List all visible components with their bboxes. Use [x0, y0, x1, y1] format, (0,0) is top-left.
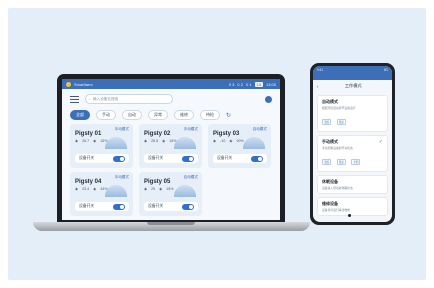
- card-temp: 26.5: [151, 139, 159, 143]
- card-temp: 26.7: [82, 139, 90, 143]
- mode-option-chip: 温度: [322, 119, 332, 125]
- title-bar-controls: 0 3 0 2 0 1 13 13:00: [229, 81, 276, 87]
- device-card[interactable]: 手动模式 Pigsty 04 ◉ 23.4 ◉ 34% 设备开关: [70, 172, 133, 216]
- card-switch-row: 设备开关: [75, 154, 129, 163]
- mode-option-chip: 湿度: [336, 119, 346, 125]
- phone-screen: 9:41 5G ‹ 工作模式 自动模式 根据环境自动调节设备运行 温度 湿度 ✓…: [313, 66, 392, 222]
- phone-frame: 9:41 5G ‹ 工作模式 自动模式 根据环境自动调节设备运行 温度 湿度 ✓…: [310, 63, 395, 225]
- humidity-icon: ◉: [93, 139, 97, 143]
- search-input[interactable]: ⌕ 输入设备名搜索: [85, 94, 173, 104]
- temperature-icon: ◉: [213, 139, 217, 143]
- mode-option-chip: 温度: [322, 159, 332, 165]
- mode-option-desc: 手动控制设备的开关状态: [322, 146, 353, 150]
- device-toggle[interactable]: [182, 203, 194, 210]
- mode-option[interactable]: 维修设备 设备暂停运行等待维修: [317, 197, 388, 216]
- card-mode[interactable]: 手动模式: [115, 175, 129, 180]
- signal-icon: 5G: [383, 68, 388, 72]
- mode-option-desc: 设备进入低功耗休眠状态: [322, 186, 353, 190]
- title-bar: Smartfarm 0 3 0 2 0 1 13 13:00: [62, 79, 280, 89]
- tab-repair[interactable]: 维修: [174, 110, 194, 120]
- card-switch-row: 设备开关: [144, 154, 198, 163]
- device-toggle[interactable]: [113, 155, 125, 162]
- avatar[interactable]: [265, 95, 272, 103]
- switch-label: 设备开关: [148, 204, 164, 208]
- device-card[interactable]: 自动模式 Pigsty 05 ◉ 29 ◉ 15% 设备开关: [139, 172, 202, 216]
- device-toggle[interactable]: [113, 203, 125, 210]
- notification-badge[interactable]: 13: [254, 81, 263, 87]
- phone-page-title: 工作模式: [344, 83, 362, 88]
- card-temp: 29: [151, 187, 156, 191]
- mode-option[interactable]: 休眠设备 设备进入低功耗休眠状态: [317, 175, 388, 194]
- temperature-icon: ◉: [75, 139, 79, 143]
- card-temp: -10: [220, 139, 226, 143]
- mode-option-chip: 光照: [351, 159, 361, 165]
- phone-time: 9:41: [317, 68, 324, 72]
- tab-pending[interactable]: 待检: [200, 110, 220, 120]
- window-control-1[interactable]: 0 3: [229, 82, 235, 87]
- mode-option-chip: 湿度: [336, 159, 346, 165]
- temperature-icon: ◉: [144, 187, 148, 191]
- switch-label: 设备开关: [148, 156, 164, 160]
- device-grid: 手动模式 Pigsty 01 ◉ 26.7 ◉ 15% 设备开关 手动模式 Pigs…: [62, 124, 280, 216]
- laptop-notch: [147, 222, 195, 225]
- check-icon: ✓: [378, 139, 383, 145]
- temperature-icon: ◉: [144, 139, 148, 143]
- card-mode[interactable]: 自动模式: [184, 175, 198, 180]
- tab-auto[interactable]: 自动: [122, 110, 142, 120]
- card-mode[interactable]: 手动模式: [115, 127, 129, 132]
- phone-header: ‹ 工作模式: [313, 80, 392, 92]
- mode-option-name: 自动模式: [322, 99, 338, 104]
- phone-status-bar: 9:41 5G: [313, 66, 392, 80]
- mode-option-desc: 根据环境自动调节设备运行: [322, 106, 356, 110]
- search-icon: ⌕: [89, 97, 92, 101]
- laptop-display: Smartfarm 0 3 0 2 0 1 13 13:00 ⌕ 输入设备名搜索…: [62, 79, 280, 220]
- temperature-icon: ◉: [75, 187, 79, 191]
- refresh-icon[interactable]: ↻: [226, 112, 231, 119]
- device-card[interactable]: 手动模式 Pigsty 02 ◉ 26.5 ◉ 15% 设备开关: [139, 124, 202, 168]
- switch-label: 设备开关: [217, 156, 233, 160]
- device-card[interactable]: 自动模式 Pigsty 03 ◉ -10 ◉ 90% 设备开关: [208, 124, 271, 168]
- card-mode[interactable]: 手动模式: [184, 127, 198, 132]
- humidity-icon: ◉: [159, 187, 163, 191]
- menu-icon[interactable]: [70, 95, 79, 103]
- device-toggle[interactable]: [251, 155, 263, 162]
- home-indicator[interactable]: [348, 214, 351, 217]
- tab-abnormal[interactable]: 异常: [148, 110, 168, 120]
- card-switch-row: 设备开关: [144, 202, 198, 211]
- mode-option-name: 手动模式: [322, 139, 338, 144]
- filter-tabs: 全部 手动 自动 异常 维修 待检 ↻: [62, 109, 280, 124]
- window-control-2[interactable]: 0 2: [237, 82, 243, 87]
- humidity-icon: ◉: [93, 187, 97, 191]
- window-control-3[interactable]: 0 1: [246, 82, 252, 87]
- tab-all[interactable]: 全部: [70, 110, 90, 120]
- card-mode[interactable]: 自动模式: [253, 127, 267, 132]
- card-switch-row: 设备开关: [75, 202, 129, 211]
- clock: 13:00: [265, 81, 276, 87]
- card-switch-row: 设备开关: [213, 154, 267, 163]
- mode-option-desc: 设备暂停运行等待维修: [322, 208, 350, 212]
- card-temp: 23.4: [82, 187, 90, 191]
- mode-option-name: 维修设备: [322, 201, 338, 206]
- switch-label: 设备开关: [79, 156, 95, 160]
- switch-label: 设备开关: [79, 204, 95, 208]
- card-humidity: 15%: [166, 187, 174, 191]
- tab-manual[interactable]: 手动: [96, 110, 116, 120]
- card-humidity: 90%: [236, 139, 244, 143]
- mode-option-name: 休眠设备: [322, 179, 338, 184]
- laptop-frame: Smartfarm 0 3 0 2 0 1 13 13:00 ⌕ 输入设备名搜索…: [57, 74, 285, 222]
- humidity-icon: ◉: [229, 139, 233, 143]
- device-card[interactable]: 手动模式 Pigsty 01 ◉ 26.7 ◉ 15% 设备开关: [70, 124, 133, 168]
- mode-option[interactable]: 自动模式 根据环境自动调节设备运行 温度 湿度: [317, 95, 388, 132]
- toolbar: ⌕ 输入设备名搜索: [62, 89, 280, 109]
- search-placeholder: 输入设备名搜索: [93, 96, 119, 101]
- app-logo-icon: [66, 81, 71, 87]
- humidity-icon: ◉: [162, 139, 166, 143]
- device-toggle[interactable]: [182, 155, 194, 162]
- app-title: Smartfarm: [74, 81, 93, 87]
- mode-option[interactable]: ✓ 手动模式 手动控制设备的开关状态 温度 湿度 光照: [317, 135, 388, 172]
